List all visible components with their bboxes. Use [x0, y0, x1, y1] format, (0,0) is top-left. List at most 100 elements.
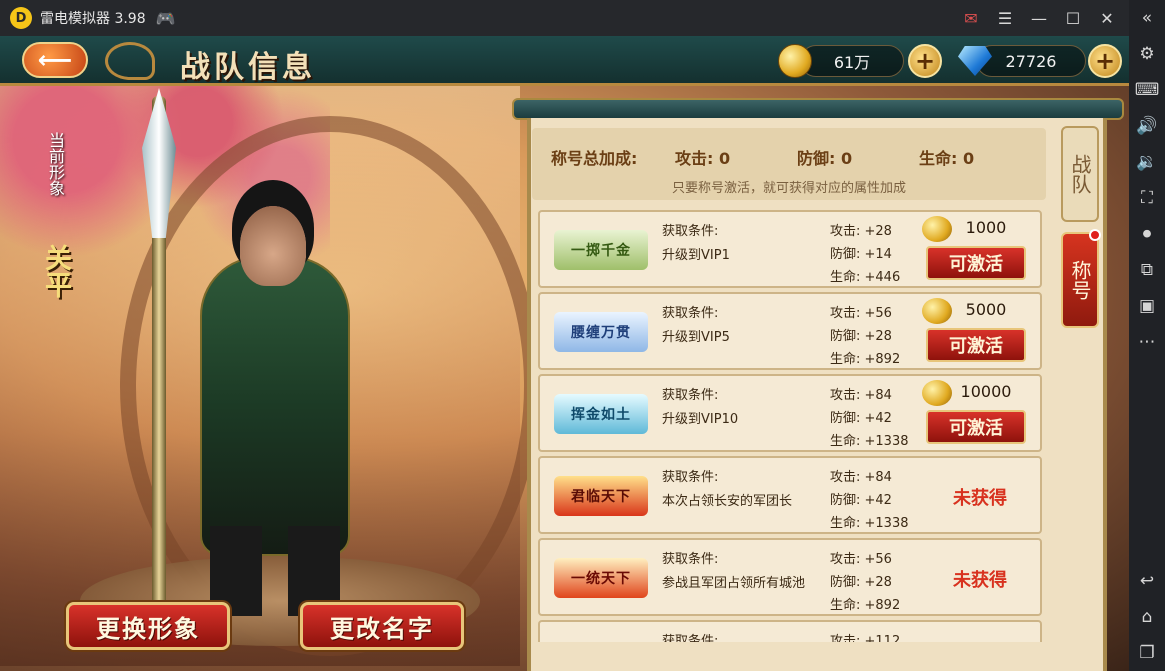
defense-bonus: 防御: +14 [830, 247, 892, 262]
title-row: 挥金如土 获取条件: 升级到VIP10 攻击: +84 防御: +42 生命: … [538, 374, 1042, 452]
title-badge: 君临天下 [554, 476, 648, 516]
life-bonus: 生命: +1338 [830, 516, 909, 531]
panel-scroll-top [512, 98, 1124, 120]
emulator-window: D 雷电模拟器 3.98 🎮 ✉ ☰ — ☐ ✕ « ⚙ ⌨ 🔊 🔉 ⛶ ⏺ ⧉… [0, 0, 1165, 671]
not-obtained-status: 未获得 [953, 570, 1007, 591]
life-bonus: 生命: +1338 [830, 434, 909, 449]
condition-text: 参战且军团占领所有城池 [662, 576, 806, 591]
title-badge: 挥金如土 [554, 394, 648, 434]
gold-coin-icon [922, 216, 952, 242]
back-icon[interactable]: ↩ [1129, 563, 1165, 599]
bonus-total-label: 称号总加成: [551, 149, 638, 168]
gear-icon[interactable]: ⚙ [1129, 36, 1165, 72]
defense-bonus: 防御: +42 [830, 493, 892, 508]
activation-cost: 5000 [965, 300, 1007, 319]
more-icon[interactable]: ⋯ [1129, 324, 1165, 360]
life-bonus: 生命: +892 [830, 598, 901, 613]
collapse-icon[interactable]: « [1129, 0, 1165, 36]
condition-label: 获取条件: [662, 306, 719, 321]
title-row: 一掷千金 获取条件: 升级到VIP1 攻击: +28 防御: +14 生命: +… [538, 210, 1042, 288]
gold-coin-icon [922, 298, 952, 324]
activation-cost: 1000 [965, 218, 1007, 237]
menu-icon[interactable]: ☰ [995, 9, 1015, 28]
back-button[interactable]: ⟵ [22, 42, 88, 78]
condition-label: 获取条件: [662, 634, 719, 642]
attack-bonus: 攻击: +84 [830, 388, 892, 403]
volume-down-icon[interactable]: 🔉 [1129, 144, 1165, 180]
condition-text: 升级到VIP10 [662, 412, 739, 427]
home-icon[interactable]: ⌂ [1129, 599, 1165, 635]
activation-cost: 10000 [960, 382, 1012, 401]
recent-apps-icon[interactable]: ❐ [1129, 635, 1165, 671]
activate-button[interactable]: 可激活 [926, 410, 1026, 444]
ld-logo-icon: D [10, 7, 32, 29]
bonus-attack: 攻击: 0 [675, 149, 731, 168]
life-bonus: 生命: +446 [830, 270, 901, 285]
attack-bonus: 攻击: +84 [830, 470, 892, 485]
gold-coin-icon [922, 380, 952, 406]
attack-bonus: 攻击: +56 [830, 306, 892, 321]
add-gold-button[interactable]: + [908, 44, 942, 78]
bonus-life: 生命: 0 [919, 149, 975, 168]
title-badge: 一掷千金 [554, 230, 648, 270]
page-title: 战队信息 [180, 50, 316, 85]
bonus-defense: 防御: 0 [797, 149, 853, 168]
title-badge: 腰缠万贯 [554, 312, 648, 352]
minimize-icon[interactable]: — [1029, 9, 1049, 28]
gamepad-icon[interactable]: 🎮 [156, 9, 176, 28]
game-screen: ⟵ 战队信息 61万 + 27726 + 当前形象 关平 更换形象 更改名字 称… [0, 36, 1129, 671]
hero-head [240, 206, 306, 286]
defense-bonus: 防御: +28 [830, 575, 892, 590]
condition-text: 升级到VIP5 [662, 330, 730, 345]
title-row: 一统天下 获取条件: 参战且军团占领所有城池 攻击: +56 防御: +28 生… [538, 538, 1042, 616]
change-look-button[interactable]: 更换形象 [66, 602, 230, 650]
attack-bonus: 攻击: +112 [830, 634, 901, 642]
game-header: ⟵ 战队信息 61万 + 27726 + [0, 36, 1129, 86]
diamond-counter: 27726 [976, 45, 1086, 77]
condition-label: 获取条件: [662, 388, 719, 403]
rename-button[interactable]: 更改名字 [300, 602, 464, 650]
diamond-value: 27726 [1005, 51, 1057, 71]
record-icon[interactable]: ⏺ [1129, 216, 1165, 252]
close-icon[interactable]: ✕ [1097, 9, 1117, 28]
tab-team-label: 战队 [1068, 154, 1092, 194]
volume-up-icon[interactable]: 🔊 [1129, 108, 1165, 144]
keyboard-icon[interactable]: ⌨ [1129, 72, 1165, 108]
add-diamond-button[interactable]: + [1088, 44, 1122, 78]
maximize-icon[interactable]: ☐ [1063, 9, 1083, 28]
character-name: 关平 [40, 244, 71, 298]
title-list[interactable]: 一掷千金 获取条件: 升级到VIP1 攻击: +28 防御: +14 生命: +… [538, 210, 1042, 642]
title-badge: 一统天下 [554, 558, 648, 598]
bonus-hint: 只要称号激活，就可获得对应的属性加成 [671, 181, 906, 196]
attack-bonus: 攻击: +28 [830, 224, 892, 239]
gold-counter: 61万 [800, 45, 904, 77]
attack-bonus: 攻击: +56 [830, 552, 892, 567]
title-row: 获取条件: 攻击: +112 [538, 620, 1042, 642]
life-bonus: 生命: +892 [830, 352, 901, 367]
defense-bonus: 防御: +28 [830, 329, 892, 344]
not-obtained-status: 未获得 [953, 488, 1007, 509]
condition-label: 获取条件: [662, 470, 719, 485]
title-row: 君临天下 获取条件: 本次占领长安的军团长 攻击: +84 防御: +42 生命… [538, 456, 1042, 534]
multi-window-icon[interactable]: ⧉ [1129, 252, 1165, 288]
header-ornament [105, 42, 155, 80]
condition-label: 获取条件: [662, 224, 719, 239]
hero-body [200, 256, 350, 556]
condition-label: 获取条件: [662, 552, 719, 567]
current-look-label: 当前形象 [46, 132, 65, 196]
tab-team[interactable]: 战队 [1061, 126, 1099, 222]
bonus-summary-row: 称号总加成: 攻击: 0 防御: 0 生命: 0 [551, 145, 1041, 169]
gold-coin-icon [778, 44, 812, 78]
screenshot-icon[interactable]: ⛶ [1129, 180, 1165, 216]
apk-icon[interactable]: ▣ [1129, 288, 1165, 324]
condition-text: 本次占领长安的军团长 [662, 494, 793, 509]
defense-bonus: 防御: +42 [830, 411, 892, 426]
activate-button[interactable]: 可激活 [926, 246, 1026, 280]
title-bar: D 雷电模拟器 3.98 🎮 ✉ ☰ — ☐ ✕ [0, 0, 1129, 36]
emulator-sidebar: « ⚙ ⌨ 🔊 🔉 ⛶ ⏺ ⧉ ▣ ⋯ ↩ ⌂ ❐ [1129, 0, 1165, 671]
gold-value: 61万 [833, 53, 871, 72]
tab-title-label: 称号 [1068, 260, 1092, 300]
tab-title[interactable]: 称号 [1061, 232, 1099, 328]
mail-icon[interactable]: ✉ [961, 9, 981, 28]
activate-button[interactable]: 可激活 [926, 328, 1026, 362]
